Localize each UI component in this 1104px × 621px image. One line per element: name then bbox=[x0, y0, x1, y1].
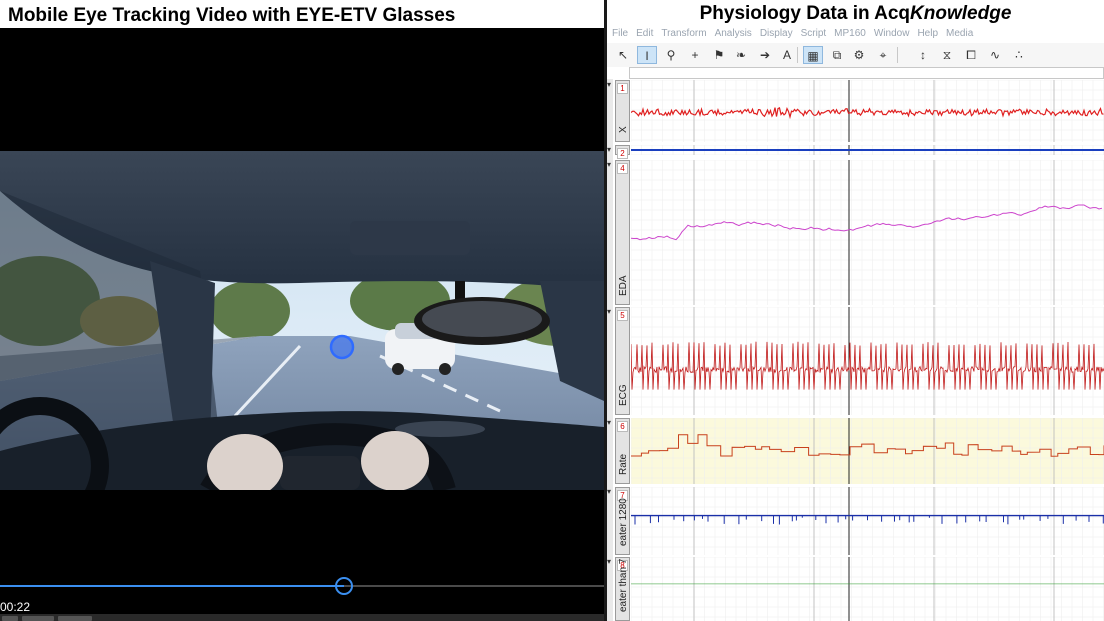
channel-2[interactable]: ▾ 2 bbox=[607, 145, 1104, 159]
channel-name: ECG bbox=[618, 384, 629, 406]
channel-number: 2 bbox=[617, 148, 628, 159]
horizontal-scrollbar[interactable] bbox=[629, 67, 1104, 79]
channel-waveform[interactable] bbox=[631, 80, 1104, 142]
menu-analysis[interactable]: Analysis bbox=[715, 28, 752, 39]
menu-help[interactable]: Help bbox=[917, 28, 938, 39]
acq-title-suffix: Knowledge bbox=[910, 3, 1012, 24]
channel-waveform[interactable] bbox=[631, 145, 1104, 155]
channel-1[interactable]: ▾ 1 X bbox=[607, 80, 1104, 142]
menu-transform[interactable]: Transform bbox=[661, 28, 706, 39]
toolbar-separator bbox=[797, 47, 798, 63]
seek-bar[interactable] bbox=[0, 585, 604, 587]
channel-collapse-icon[interactable]: ▾ bbox=[607, 557, 611, 566]
channel-number: 6 bbox=[617, 421, 628, 432]
channel-label-tab[interactable]: 6 Rate bbox=[615, 418, 630, 484]
playback-time: 00:22 bbox=[0, 600, 31, 614]
baseline-icon[interactable]: ∴ bbox=[1009, 46, 1029, 64]
overlap-icon[interactable]: ⧉ bbox=[827, 46, 847, 64]
channel-collapse-icon[interactable]: ▾ bbox=[607, 80, 611, 89]
channel-name: eater than 7 bbox=[618, 558, 629, 612]
channel-name: X bbox=[618, 126, 629, 133]
text-icon[interactable]: A bbox=[777, 46, 797, 64]
toolbar: ↖ I ⚲ + ⚑ ❧ ➔ A ▦ ⧉ ⚙ ⌖ ↕ ⧖ ⧠ ∿ ∴ bbox=[607, 43, 1104, 67]
channel-number: 1 bbox=[617, 83, 628, 94]
autoscale-icon[interactable]: ↕ bbox=[913, 46, 933, 64]
video-frame[interactable] bbox=[0, 151, 604, 490]
video-panel-title: Mobile Eye Tracking Video with EYE-ETV G… bbox=[0, 0, 604, 28]
channel-8[interactable]: ▾ 8 eater than 7 bbox=[607, 557, 1104, 621]
channel-label-tab[interactable]: 5 ECG bbox=[615, 307, 630, 415]
channel-collapse-icon[interactable]: ▾ bbox=[607, 418, 611, 427]
i-beam-icon[interactable]: I bbox=[637, 46, 657, 64]
acqknowledge-panel: Physiology Data in AcqKnowledge File Edit… bbox=[607, 0, 1104, 621]
channel-label-tab[interactable]: 4 EDA bbox=[615, 160, 630, 305]
grid-icon[interactable]: ▦ bbox=[803, 46, 823, 64]
channel-name: Rate bbox=[618, 453, 629, 475]
menu-window[interactable]: Window bbox=[874, 28, 910, 39]
channel-label-tab[interactable]: 1X bbox=[615, 80, 630, 142]
channel-number: 5 bbox=[617, 310, 628, 321]
seek-thumb[interactable] bbox=[335, 577, 354, 595]
player-control-button[interactable] bbox=[58, 616, 92, 621]
channel-waveform[interactable] bbox=[631, 487, 1104, 555]
channel-label-tab[interactable]: 7 eater 1280 bbox=[615, 487, 630, 555]
pointer-icon[interactable]: ↖ bbox=[613, 46, 633, 64]
driving-scene bbox=[0, 151, 604, 490]
channel-label-tab[interactable]: 2 bbox=[615, 145, 630, 159]
channel-waveform[interactable] bbox=[631, 557, 1104, 621]
channel-number: 4 bbox=[617, 163, 628, 174]
player-control-button[interactable] bbox=[22, 616, 54, 621]
channel-6[interactable]: ▾ 6 Rate bbox=[607, 418, 1104, 484]
scale-icon[interactable]: ⌖ bbox=[873, 46, 893, 64]
menu-media[interactable]: Media bbox=[946, 28, 973, 39]
screen: Mobile Eye Tracking Video with EYE-ETV G… bbox=[0, 0, 1104, 621]
waveform-icon[interactable]: ∿ bbox=[985, 46, 1005, 64]
channel-collapse-icon[interactable]: ▾ bbox=[607, 307, 611, 316]
channel-name: eater 1280 bbox=[618, 498, 629, 546]
menu-file[interactable]: File bbox=[612, 28, 628, 39]
menu-mp160[interactable]: MP160 bbox=[834, 28, 866, 39]
gear-icon[interactable]: ⚙ bbox=[849, 46, 869, 64]
channel-name: EDA bbox=[618, 275, 629, 296]
event-icon[interactable]: ❧ bbox=[731, 46, 751, 64]
player-control-button[interactable] bbox=[2, 616, 18, 621]
channel-collapse-icon[interactable]: ▾ bbox=[607, 160, 611, 169]
fit-icon[interactable]: ⧠ bbox=[961, 46, 981, 64]
channel-7[interactable]: ▾ 7 eater 1280 bbox=[607, 487, 1104, 555]
channel-collapse-icon[interactable]: ▾ bbox=[607, 145, 611, 154]
acq-title-prefix: Physiology Data in Acq bbox=[699, 3, 911, 24]
toolbar-separator bbox=[897, 47, 898, 63]
overlap-segments-icon[interactable]: ⧖ bbox=[937, 46, 957, 64]
channel-4[interactable]: ▾ 4 EDA bbox=[607, 160, 1104, 305]
channel-waveform[interactable] bbox=[631, 160, 1104, 305]
video-panel: Mobile Eye Tracking Video with EYE-ETV G… bbox=[0, 0, 604, 621]
seek-bar-progress bbox=[0, 585, 345, 587]
channel-5[interactable]: ▾ 5 ECG bbox=[607, 307, 1104, 415]
acq-panel-title: Physiology Data in AcqKnowledge bbox=[607, 0, 1104, 28]
zoom-icon[interactable]: ⚲ bbox=[661, 46, 681, 64]
menu-display[interactable]: Display bbox=[760, 28, 793, 39]
arrow-right-icon[interactable]: ➔ bbox=[755, 46, 775, 64]
gaze-marker-icon bbox=[329, 334, 355, 360]
flag-icon[interactable]: ⚑ bbox=[709, 46, 729, 64]
channel-collapse-icon[interactable]: ▾ bbox=[607, 487, 611, 496]
channel-waveform[interactable] bbox=[631, 418, 1104, 484]
menu-script[interactable]: Script bbox=[801, 28, 827, 39]
menu-edit[interactable]: Edit bbox=[636, 28, 653, 39]
menu-bar: File Edit Transform Analysis Display Script MP… bbox=[607, 28, 1104, 42]
channel-waveform[interactable] bbox=[631, 307, 1104, 415]
channel-label-tab[interactable]: 8 eater than 7 bbox=[615, 557, 630, 621]
crosshair-icon[interactable]: + bbox=[685, 46, 705, 64]
